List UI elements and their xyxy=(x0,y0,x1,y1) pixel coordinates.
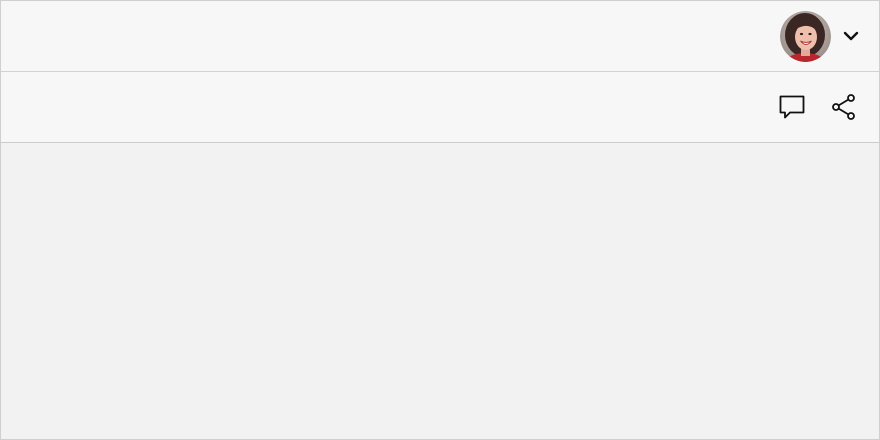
chevron-down-icon[interactable] xyxy=(841,26,861,46)
app-frame xyxy=(0,0,880,440)
content-area xyxy=(1,144,879,439)
top-header xyxy=(1,1,879,72)
account-menu[interactable] xyxy=(780,10,861,62)
comment-icon[interactable] xyxy=(777,92,807,122)
avatar[interactable] xyxy=(780,10,831,62)
share-icon[interactable] xyxy=(829,92,859,122)
action-toolbar xyxy=(1,72,879,143)
